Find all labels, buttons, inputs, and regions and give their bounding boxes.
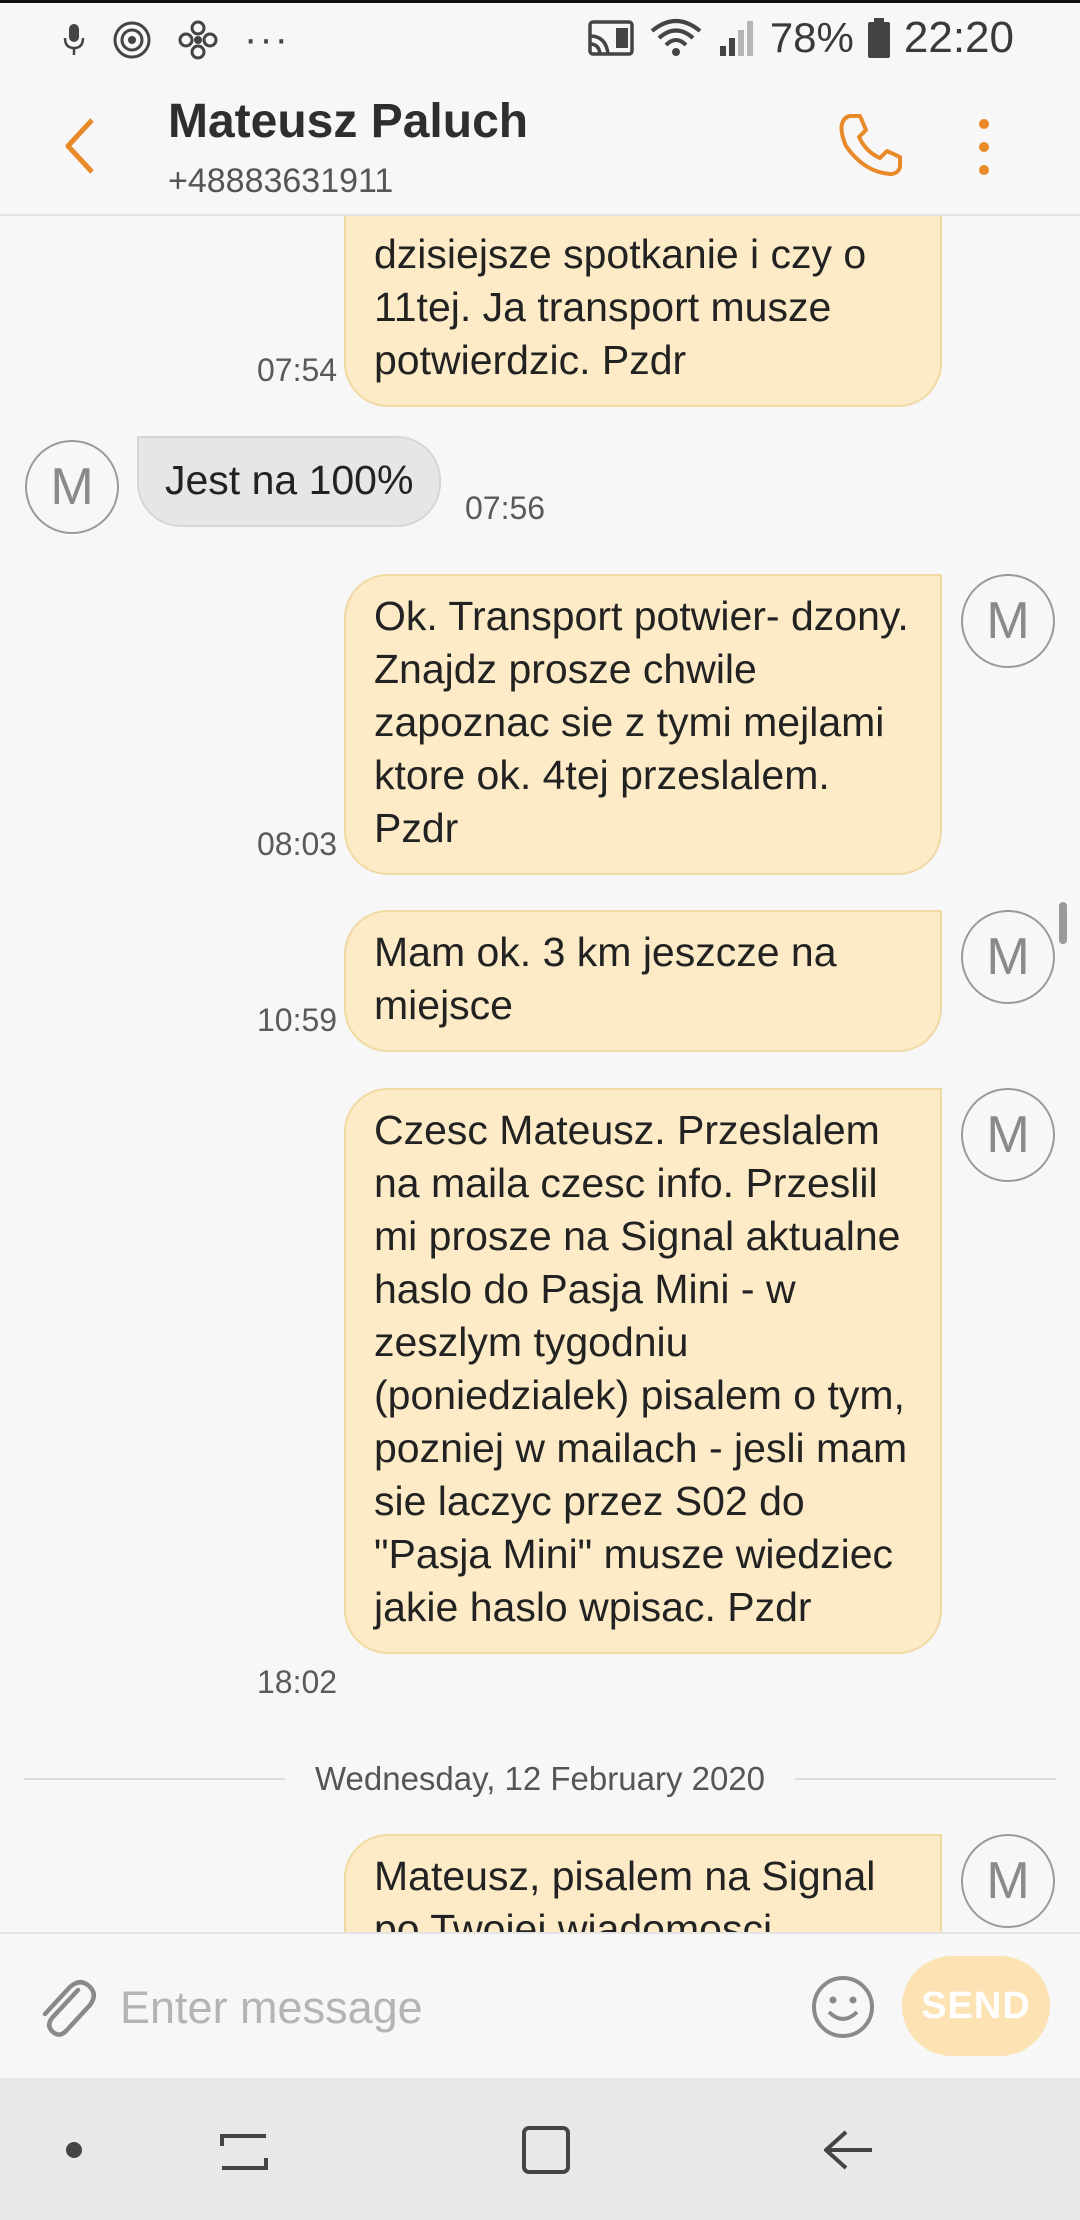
message-bubble-incoming[interactable]: Jest na 100% xyxy=(137,436,442,527)
battery-icon xyxy=(867,18,890,58)
more-notifications-icon: ··· xyxy=(244,17,290,61)
message-input[interactable] xyxy=(120,1968,780,2048)
date-separator-label: Wednesday, 12 February 2020 xyxy=(314,1760,766,1797)
message-time: 08:03 xyxy=(257,826,338,862)
emoji-icon xyxy=(812,1976,874,2038)
navigation-bar xyxy=(0,2078,1080,2220)
contact-name[interactable]: Mateusz Paluch xyxy=(168,94,528,149)
hotspot-icon xyxy=(113,21,151,58)
message-bubble-outgoing[interactable]: Ok. Transport potwier- dzony. Znajdz pro… xyxy=(344,574,942,875)
send-button[interactable]: SEND xyxy=(902,1956,1050,2056)
date-separator: Wednesday, 12 February 2020 xyxy=(24,1754,1056,1804)
more-vertical-icon xyxy=(979,119,989,175)
paperclip-icon xyxy=(42,1980,96,2037)
conversation-header: Mateusz Paluch +48883631911 xyxy=(0,72,1080,216)
divider xyxy=(24,1778,285,1780)
system-back-button[interactable] xyxy=(812,2114,884,2186)
message-text: Mam ok. 3 km jeszcze na miejsce xyxy=(374,929,837,1028)
signal-icon xyxy=(719,21,753,56)
message-list[interactable]: dzisiejsze spotkanie i czy o 11tej. Ja t… xyxy=(0,216,1080,1932)
nav-dot-button[interactable] xyxy=(38,2114,110,2186)
message-text: Czesc Mateusz. Przeslalem na maila czesc… xyxy=(374,1107,908,1630)
back-icon xyxy=(824,2130,872,2170)
message-text: dzisiejsze spotkanie i czy o 11tej. Ja t… xyxy=(374,231,867,383)
compose-bar: SEND xyxy=(0,1932,1080,2078)
message-text: Ok. Transport potwier- dzony. Znajdz pro… xyxy=(374,593,909,851)
divider xyxy=(795,1778,1056,1780)
attach-button[interactable] xyxy=(34,1972,98,2042)
message-text: Jest na 100% xyxy=(165,457,414,503)
home-button[interactable] xyxy=(510,2114,582,2186)
message-bubble-outgoing[interactable]: dzisiejsze spotkanie i czy o 11tej. Ja t… xyxy=(344,216,942,407)
more-options-button[interactable] xyxy=(966,114,1002,180)
message-time: 18:02 xyxy=(257,1664,338,1700)
my-avatar: M xyxy=(961,1834,1055,1928)
message-time: 07:54 xyxy=(257,352,338,388)
dot-icon xyxy=(66,2142,82,2158)
recent-apps-icon xyxy=(220,2134,268,2170)
microphone-icon xyxy=(63,23,85,55)
message-time: 10:59 xyxy=(257,1002,338,1038)
my-avatar: M xyxy=(961,910,1055,1004)
status-system-icons: 78% 22:20 xyxy=(586,13,1014,63)
back-arrow-icon xyxy=(65,118,94,174)
wifi-icon xyxy=(650,19,702,56)
back-button[interactable] xyxy=(56,114,112,178)
status-notification-icons: ··· xyxy=(62,17,290,62)
home-icon xyxy=(522,2126,570,2174)
message-time: 07:56 xyxy=(465,490,546,526)
contact-avatar[interactable]: M xyxy=(25,440,119,534)
battery-percentage: 78% xyxy=(769,14,854,61)
cast-icon xyxy=(588,20,634,56)
my-avatar: M xyxy=(961,574,1055,668)
message-text: Mateusz, pisalem na Signal po Twojej wia… xyxy=(374,1853,876,1932)
phone-icon xyxy=(839,114,902,176)
my-avatar: M xyxy=(961,1088,1055,1182)
fan-icon xyxy=(178,20,218,59)
scrollbar-thumb[interactable] xyxy=(1059,902,1067,944)
contact-number: +48883631911 xyxy=(168,162,394,200)
message-bubble-outgoing[interactable]: Mam ok. 3 km jeszcze na miejsce xyxy=(344,910,942,1052)
recent-apps-button[interactable] xyxy=(208,2114,280,2186)
status-time: 22:20 xyxy=(903,13,1014,62)
emoji-button[interactable] xyxy=(810,1974,876,2040)
call-button[interactable] xyxy=(836,110,906,180)
status-bar: ··· 78% 22:20 xyxy=(0,0,1080,72)
message-bubble-outgoing[interactable]: Czesc Mateusz. Przeslalem na maila czesc… xyxy=(344,1088,942,1654)
message-bubble-outgoing[interactable]: Mateusz, pisalem na Signal po Twojej wia… xyxy=(344,1834,942,1932)
